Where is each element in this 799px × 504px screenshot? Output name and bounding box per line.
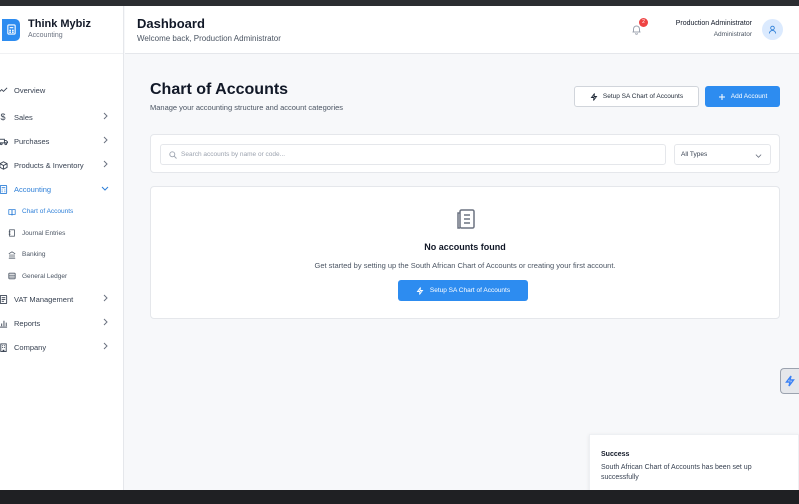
sidebar-subitem-journal-entries[interactable]: Journal Entries	[0, 223, 123, 245]
user-icon	[768, 25, 777, 34]
brand-subtitle: Accounting	[28, 32, 63, 39]
user-name: Production Administrator	[675, 20, 752, 27]
empty-state-description: Get started by setting up the South Afri…	[314, 261, 616, 270]
sidebar-nav: Overview $ Sales Purchases Products & In…	[0, 54, 123, 359]
brand[interactable]: Think Mybiz Accounting	[0, 6, 123, 54]
sidebar-subitem-label: General Ledger	[22, 272, 68, 280]
button-label: Setup SA Chart of Accounts	[429, 287, 511, 294]
trend-icon	[0, 84, 9, 96]
sidebar-item-products-inventory[interactable]: Products & Inventory	[0, 153, 123, 177]
filter-card: All Types	[150, 134, 780, 173]
top-header: Dashboard Welcome back, Production Admin…	[125, 6, 799, 54]
book-icon	[7, 207, 17, 217]
brand-name: Think Mybiz	[28, 18, 91, 30]
sidebar-subitem-chart-of-accounts[interactable]: Chart of Accounts	[0, 201, 123, 223]
chevron-right-icon	[103, 318, 108, 326]
building-icon	[0, 341, 9, 353]
receipt-icon	[0, 293, 9, 305]
journal-icon	[7, 228, 17, 238]
sidebar-item-label: VAT Management	[14, 294, 74, 304]
setup-sa-chart-empty-button[interactable]: Setup SA Chart of Accounts	[398, 280, 528, 301]
zap-icon	[785, 375, 795, 387]
select-value: All Types	[681, 151, 708, 158]
sidebar-subitem-label: Banking	[22, 251, 46, 259]
book-stack-icon	[457, 209, 475, 229]
app-window: Think Mybiz Accounting Overview $ Sales …	[0, 6, 799, 490]
avatar[interactable]	[762, 19, 783, 40]
toast-message: South African Chart of Accounts has been…	[601, 464, 752, 481]
chevron-down-icon	[101, 186, 109, 191]
account-type-select[interactable]: All Types	[674, 144, 771, 165]
search-input[interactable]	[181, 147, 661, 162]
sidebar-subitem-general-ledger[interactable]: General Ledger	[0, 266, 123, 288]
chevron-right-icon	[103, 294, 108, 302]
calculator-icon	[0, 183, 9, 195]
sidebar-subitem-banking[interactable]: Banking	[0, 244, 123, 266]
setup-sa-chart-button[interactable]: Setup SA Chart of Accounts	[574, 86, 699, 107]
sidebar-item-overview[interactable]: Overview	[0, 78, 123, 102]
sidebar-item-sales[interactable]: $ Sales	[0, 105, 123, 129]
search-icon	[169, 151, 177, 159]
empty-state-title: No accounts found	[424, 242, 506, 252]
sidebar-item-label: Products & Inventory	[14, 160, 84, 170]
sidebar-subitem-label: Chart of Accounts	[22, 208, 74, 216]
zap-icon	[416, 286, 424, 295]
welcome-text: Welcome back, Production Administrator	[137, 34, 281, 43]
empty-state-card: No accounts found Get started by setting…	[150, 186, 780, 319]
sidebar-item-purchases[interactable]: Purchases	[0, 129, 123, 153]
notification-badge: 2	[639, 18, 648, 27]
taskbar	[0, 490, 799, 504]
ledger-icon	[7, 271, 17, 281]
toast-title: Success	[601, 451, 630, 458]
chevron-right-icon	[103, 160, 108, 168]
sidebar-item-reports[interactable]: Reports	[0, 311, 123, 335]
side-panel-handle[interactable]	[780, 368, 799, 394]
success-toast: Success South African Chart of Accounts …	[589, 434, 799, 490]
button-label: Add Account	[730, 93, 768, 100]
sidebar-item-accounting[interactable]: Accounting	[0, 177, 123, 201]
chevron-right-icon	[103, 136, 108, 144]
sidebar-subitem-label: Journal Entries	[22, 229, 66, 237]
plus-icon	[718, 93, 725, 100]
search-field[interactable]	[160, 144, 666, 165]
calculator-logo-icon	[2, 18, 20, 41]
main-title: Chart of Accounts	[150, 81, 289, 98]
sidebar-item-label: Accounting	[14, 184, 52, 194]
zap-icon	[590, 92, 598, 101]
box-icon	[0, 159, 9, 171]
sidebar-item-label: Company	[14, 342, 47, 352]
bar-chart-icon	[0, 317, 9, 329]
sidebar: Think Mybiz Accounting Overview $ Sales …	[0, 6, 124, 490]
button-label: Setup SA Chart of Accounts	[602, 93, 684, 100]
truck-icon	[0, 135, 9, 147]
bank-icon	[7, 250, 17, 260]
page-title: Dashboard	[137, 16, 205, 31]
add-account-button[interactable]: Add Account	[705, 86, 780, 107]
sidebar-item-vat-management[interactable]: VAT Management	[0, 287, 123, 311]
chevron-down-icon	[755, 154, 762, 158]
sidebar-item-label: Sales	[14, 112, 33, 122]
sidebar-item-label: Reports	[14, 318, 41, 328]
main-subtitle: Manage your accounting structure and acc…	[150, 103, 344, 112]
dollar-icon: $	[0, 112, 6, 122]
sidebar-item-company[interactable]: Company	[0, 335, 123, 359]
user-role: Administrator	[713, 31, 752, 38]
chevron-right-icon	[103, 112, 108, 120]
sidebar-item-label: Overview	[14, 85, 46, 95]
chevron-right-icon	[103, 342, 108, 350]
sidebar-item-label: Purchases	[14, 136, 50, 146]
